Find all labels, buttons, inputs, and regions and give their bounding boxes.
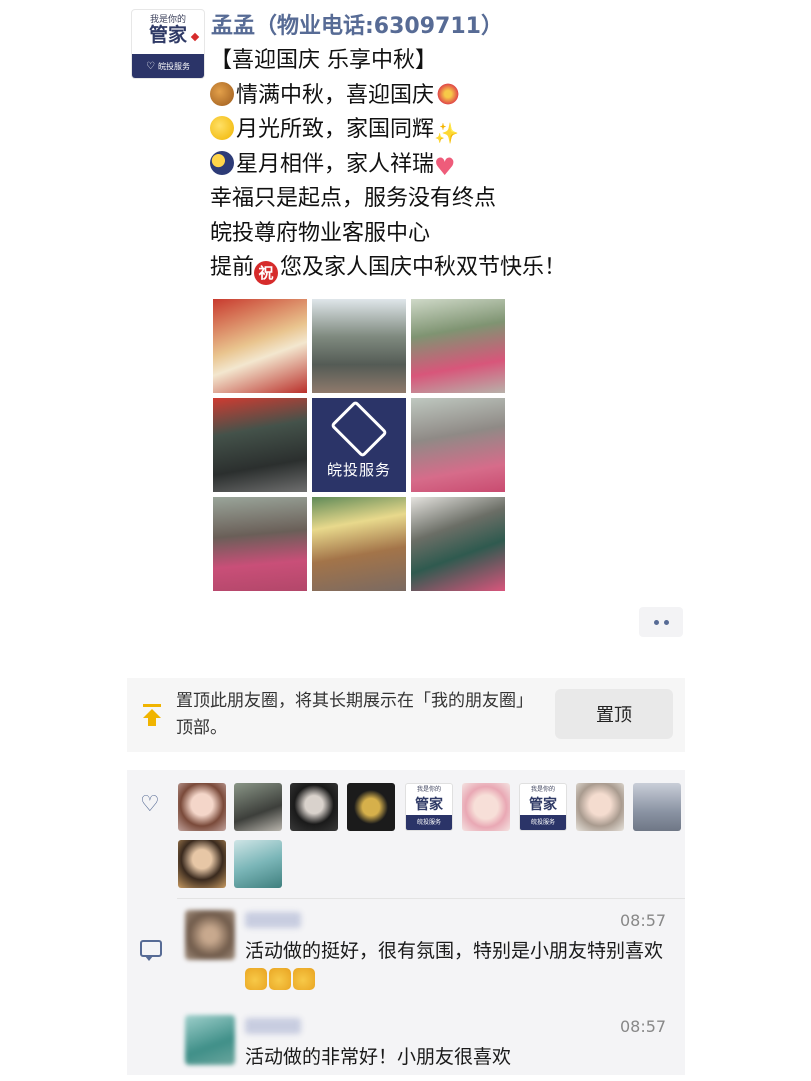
liker-avatar-brand[interactable]: 我是你的 管家 皖投服务 [519, 783, 567, 831]
photo-thumbnail[interactable] [312, 497, 406, 591]
liker-avatar[interactable] [462, 783, 510, 831]
thumbs-up-icon [269, 968, 291, 990]
divider [177, 898, 685, 899]
liker-avatar[interactable] [234, 840, 282, 888]
heart-icon: ♥ [434, 152, 456, 181]
photo-thumbnail[interactable] [213, 497, 307, 591]
commenter-avatar[interactable] [185, 1015, 235, 1065]
liker-avatar[interactable] [178, 783, 226, 831]
post-line: 皖投尊府物业客服中心 [210, 220, 431, 246]
comment-icon [140, 940, 162, 961]
photo-grid: 皖投服务 [213, 299, 505, 591]
pin-description: 置顶此朋友圈，将其长期展示在「我的朋友圈」顶部。 [176, 691, 533, 738]
post-line: 【喜迎国庆 乐享中秋】 [210, 48, 437, 73]
comment-time: 08:57 [620, 911, 667, 930]
pin-button[interactable]: 置顶 [555, 689, 673, 739]
dot-icon [653, 619, 659, 625]
mooncake-icon [210, 81, 234, 106]
comment-text: 活动做的挺好，很有氛围，特别是小朋友特别喜欢 [245, 936, 675, 996]
fireworks-icon [436, 81, 461, 106]
brand-logo-icon: ♡ [146, 60, 155, 72]
photo-thumbnail[interactable] [411, 497, 505, 591]
poster-avatar[interactable]: 我是你的 管家 ♡ 皖投服务 [131, 9, 205, 79]
poster-name[interactable]: 孟孟（物业电话:6309711） [211, 8, 503, 40]
liker-avatar[interactable] [576, 783, 624, 831]
comment-time: 08:57 [620, 1017, 667, 1036]
likes-comments-panel: ♡ 我是你的 管家 皖投服务 我是你的 管家 皖投服务 08:57 活动做的挺好… [127, 770, 685, 1075]
photo-thumbnail[interactable] [411, 398, 505, 492]
commenter-name[interactable] [245, 912, 301, 928]
avatar-big-text: 管家 [148, 23, 187, 46]
like-heart-icon: ♡ [140, 792, 160, 817]
photo-thumbnail[interactable] [213, 299, 307, 393]
more-options-button[interactable] [639, 607, 683, 637]
liker-avatar[interactable] [234, 783, 282, 831]
moments-post: 我是你的 管家 ♡ 皖投服务 孟孟（物业电话:6309711） 【喜迎国庆 乐享… [110, 0, 702, 1081]
thumbs-up-icon [245, 968, 267, 990]
commenter-name[interactable] [245, 1018, 301, 1034]
dot-icon [663, 619, 669, 625]
post-line: 幸福只是起点，服务没有终点 [210, 186, 497, 211]
thumbs-up-icon [293, 968, 315, 990]
sparkles-icon: ✨ [434, 121, 459, 145]
post-text: 【喜迎国庆 乐享中秋】 情满中秋，喜迎国庆 月光所致，家国同辉✨ 星月相伴，家人… [210, 44, 680, 286]
pin-to-top-icon [143, 704, 161, 726]
congrats-badge-icon: 祝 [254, 261, 279, 285]
liker-avatar[interactable] [178, 840, 226, 888]
full-moon-icon [210, 116, 234, 140]
pin-to-top-banner: 置顶此朋友圈，将其长期展示在「我的朋友圈」顶部。 置顶 [127, 678, 685, 752]
crescent-moon-icon [210, 150, 234, 175]
comment-text: 活动做的非常好！小朋友很喜欢 [245, 1046, 512, 1068]
photo-thumbnail[interactable] [312, 299, 406, 393]
brand-logo-icon [330, 399, 388, 458]
commenter-avatar[interactable] [185, 910, 235, 960]
logo-tile-text: 皖投服务 [326, 460, 391, 479]
photo-thumbnail[interactable] [213, 398, 307, 492]
photo-thumbnail[interactable] [411, 299, 505, 393]
liker-avatar[interactable] [633, 783, 681, 831]
avatar-small-text: 我是你的 [149, 14, 186, 25]
wantou-logo-tile[interactable]: 皖投服务 [312, 398, 406, 492]
liker-avatar[interactable] [290, 783, 338, 831]
liker-avatar[interactable] [347, 783, 395, 831]
liker-avatar-brand[interactable]: 我是你的 管家 皖投服务 [405, 783, 453, 831]
avatar-brand-bar: ♡ 皖投服务 [132, 54, 204, 78]
